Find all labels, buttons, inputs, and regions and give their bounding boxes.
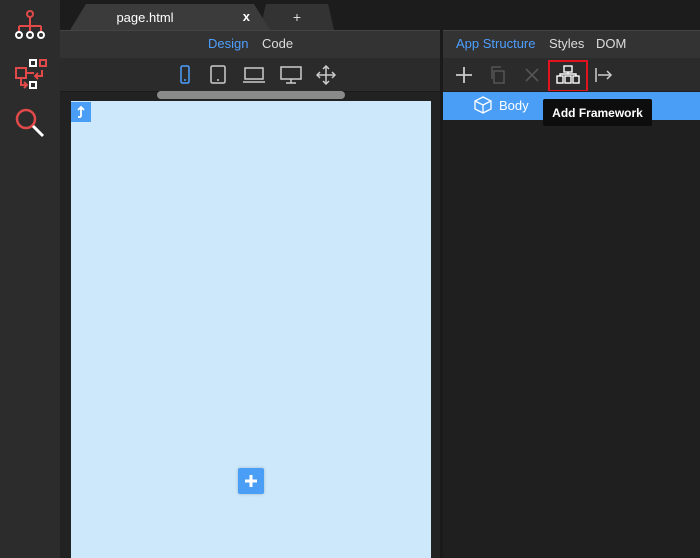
add-icon[interactable] bbox=[450, 63, 478, 87]
tree-item-label: Body bbox=[499, 98, 529, 113]
device-toolbar bbox=[60, 58, 440, 92]
new-tab-button[interactable]: + bbox=[260, 4, 334, 30]
select-parent-button[interactable] bbox=[71, 102, 91, 122]
horizontal-scrollbar[interactable] bbox=[157, 91, 345, 99]
tab-strip: + page.html x bbox=[60, 0, 700, 30]
laptop-icon[interactable] bbox=[242, 64, 266, 86]
highlight-box bbox=[548, 60, 588, 92]
design-mode-tab[interactable]: Design bbox=[208, 36, 248, 51]
panel-tab-bar: App Structure Styles DOM bbox=[443, 30, 700, 59]
structure-tree: Body bbox=[443, 91, 700, 558]
desktop-icon[interactable] bbox=[279, 64, 303, 86]
tab-page-html[interactable]: page.html x bbox=[70, 4, 270, 30]
delete-icon[interactable] bbox=[518, 63, 546, 87]
search-icon[interactable] bbox=[10, 103, 50, 143]
tab-title: page.html bbox=[116, 9, 174, 25]
plus-icon bbox=[245, 475, 257, 487]
tab-app-structure[interactable]: App Structure bbox=[456, 36, 536, 51]
tree-icon[interactable] bbox=[10, 5, 50, 45]
tab-close-button[interactable]: x bbox=[243, 9, 250, 24]
cube-icon bbox=[473, 95, 493, 120]
add-element-button[interactable] bbox=[238, 468, 264, 494]
tab-dom[interactable]: DOM bbox=[596, 36, 626, 51]
phone-icon[interactable] bbox=[173, 64, 197, 86]
editor-mode-bar: Design Code bbox=[60, 30, 440, 59]
move-icon[interactable] bbox=[314, 64, 338, 86]
code-mode-tab[interactable]: Code bbox=[262, 36, 293, 51]
arrow-up-icon bbox=[77, 105, 85, 118]
tooltip: Add Framework bbox=[543, 99, 652, 126]
tab-styles[interactable]: Styles bbox=[549, 36, 584, 51]
copy-icon[interactable] bbox=[484, 63, 512, 87]
tablet-icon[interactable] bbox=[206, 64, 230, 86]
transfer-icon[interactable] bbox=[10, 54, 50, 94]
activity-bar bbox=[0, 0, 60, 558]
new-tab-label: + bbox=[292, 9, 302, 25]
export-icon[interactable] bbox=[590, 63, 618, 87]
